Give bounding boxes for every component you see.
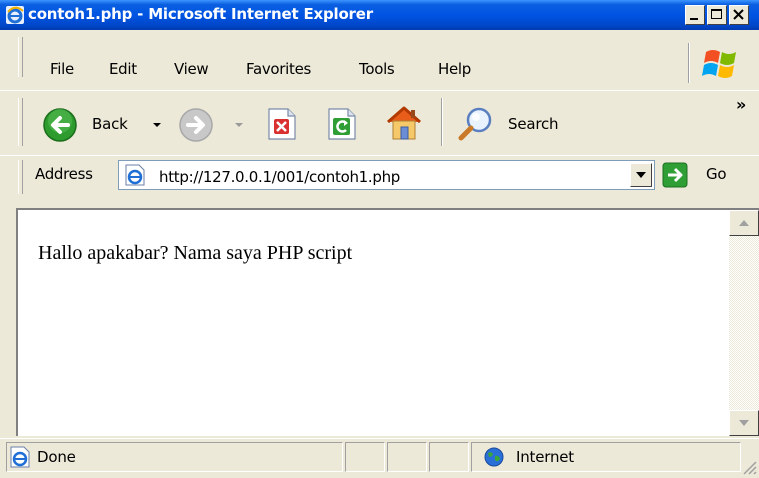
toolbar-chevron[interactable]: »: [736, 95, 746, 114]
window-title: contoh1.php - Microsoft Internet Explore…: [28, 5, 373, 23]
maximize-button[interactable]: [707, 5, 727, 25]
menu-separator: [688, 43, 690, 83]
stop-button[interactable]: [266, 107, 298, 141]
back-arrow-icon: [43, 108, 77, 142]
go-arrow-icon: [662, 162, 688, 188]
address-label: Address: [35, 165, 93, 183]
status-panel-1: [345, 442, 385, 472]
menu-file[interactable]: File: [50, 60, 74, 78]
refresh-button[interactable]: [326, 107, 358, 141]
toolbar-grip[interactable]: [18, 98, 23, 146]
resize-grip-icon[interactable]: [740, 458, 758, 476]
back-label: Back: [92, 115, 128, 133]
close-button[interactable]: [729, 5, 749, 25]
search-label: Search: [508, 115, 559, 133]
minimize-icon: [690, 18, 698, 20]
scroll-up-button[interactable]: [729, 210, 759, 236]
page-text: Hallo apakabar? Nama saya PHP script: [38, 242, 353, 264]
menu-view[interactable]: View: [174, 60, 209, 78]
forward-dropdown-icon[interactable]: [234, 122, 244, 128]
scroll-down-button[interactable]: [729, 410, 759, 436]
status-zone: Internet: [516, 448, 574, 466]
back-button[interactable]: Back: [38, 103, 178, 145]
menu-bar: [0, 30, 759, 87]
ie-logo-icon: [6, 6, 24, 24]
search-icon: [458, 107, 492, 141]
status-text: Done: [37, 448, 76, 466]
maximize-icon: [711, 9, 722, 19]
title-bar[interactable]: contoh1.php - Microsoft Internet Explore…: [0, 0, 759, 30]
scroll-up-icon: [739, 220, 749, 226]
address-dropdown-button[interactable]: [630, 163, 652, 187]
status-panel-3: [429, 442, 469, 472]
status-main-panel: Done: [6, 442, 343, 472]
close-icon: [733, 9, 744, 20]
menu-help[interactable]: Help: [438, 60, 471, 78]
address-input[interactable]: http://127.0.0.1/001/contoh1.php: [118, 160, 655, 190]
forward-button[interactable]: [178, 105, 258, 145]
address-grip[interactable]: [18, 160, 23, 194]
status-zone-panel: Internet: [471, 442, 741, 472]
back-dropdown-icon[interactable]: [152, 122, 162, 128]
go-label: Go: [706, 165, 727, 183]
toolbar-separator: [441, 98, 443, 146]
menu-tools[interactable]: Tools: [359, 60, 395, 78]
forward-arrow-icon: [179, 108, 213, 142]
windows-logo-icon: [702, 50, 736, 78]
internet-globe-icon: [484, 447, 504, 467]
home-button[interactable]: [384, 104, 424, 142]
go-button[interactable]: Go: [662, 160, 732, 190]
page-done-icon: [10, 446, 30, 468]
minimize-button[interactable]: [685, 5, 705, 25]
scroll-down-icon: [739, 420, 749, 426]
vertical-scrollbar[interactable]: [729, 210, 759, 436]
chevron-down-icon: [636, 172, 646, 178]
menu-grip[interactable]: [18, 37, 23, 77]
status-panel-2: [387, 442, 427, 472]
menu-edit[interactable]: Edit: [109, 60, 137, 78]
page-icon: [125, 164, 145, 186]
address-url: http://127.0.0.1/001/contoh1.php: [159, 168, 401, 186]
search-button[interactable]: Search: [452, 103, 582, 145]
menu-favorites[interactable]: Favorites: [246, 60, 311, 78]
